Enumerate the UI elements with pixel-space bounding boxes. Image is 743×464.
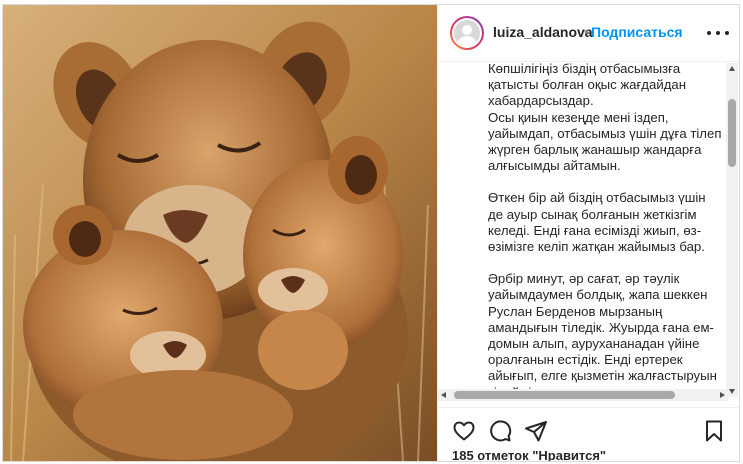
caption-paragraph: Әрбір минут, әр сағат, әр тәулік уайымда…	[488, 271, 717, 389]
scroll-left-arrow-icon[interactable]	[441, 392, 446, 398]
bookmark-icon[interactable]	[702, 419, 726, 443]
scroll-down-arrow-icon[interactable]	[729, 389, 735, 394]
post-side-panel: luiza_aldanova • Подписаться Көпшілігіңі…	[437, 5, 739, 461]
avatar[interactable]	[450, 16, 484, 50]
post-window: luiza_aldanova • Подписаться Көпшілігіңі…	[2, 4, 740, 462]
horizontal-scrollbar[interactable]	[438, 389, 728, 401]
heart-icon[interactable]	[452, 419, 476, 443]
vertical-scrollbar-thumb[interactable]	[728, 99, 736, 167]
vertical-scrollbar[interactable]	[726, 63, 738, 397]
caption-scroll-area[interactable]: Көпшілігіңіз біздің отбасымызға қатысты …	[438, 63, 739, 389]
post-header: luiza_aldanova • Подписаться	[438, 5, 739, 62]
default-user-icon	[454, 20, 480, 46]
scroll-up-arrow-icon[interactable]	[729, 66, 735, 71]
caption-paragraph: Көпшілігіңіз біздің отбасымызға қатысты …	[488, 63, 722, 174]
likes-count[interactable]: 185 отметок "Нравится"	[452, 448, 606, 461]
more-horizontal-icon[interactable]	[706, 21, 730, 45]
post-caption: Көпшілігіңіз біздің отбасымызға қатысты …	[488, 63, 723, 389]
scroll-right-arrow-icon[interactable]	[720, 392, 725, 398]
post-actions-bar: 185 отметок "Нравится"	[438, 407, 739, 461]
caption-paragraph: Өткен бір ай біздің отбасымыз үшін де ау…	[488, 190, 706, 255]
share-icon[interactable]	[524, 419, 548, 443]
post-photo[interactable]	[3, 5, 437, 461]
horizontal-scrollbar-thumb[interactable]	[454, 391, 675, 399]
username-link[interactable]: luiza_aldanova	[493, 24, 593, 40]
comment-icon[interactable]	[488, 419, 512, 443]
follow-button[interactable]: Подписаться	[591, 24, 683, 40]
lioness-with-cubs-photo	[3, 5, 437, 461]
separator-dot: •	[584, 23, 589, 39]
